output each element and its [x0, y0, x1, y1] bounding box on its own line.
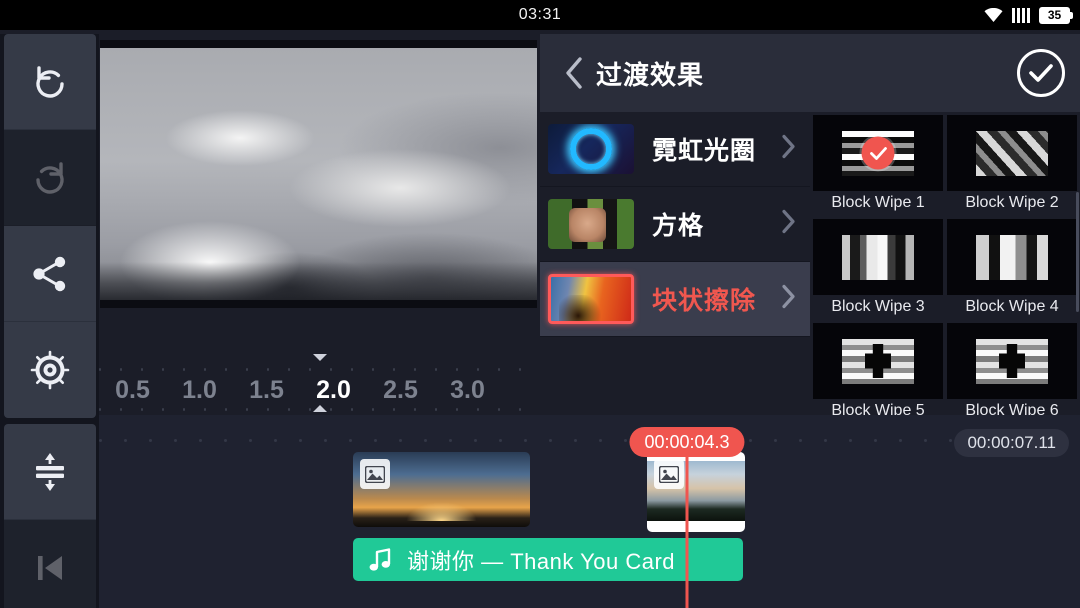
category-thumbnail: [548, 274, 634, 324]
check-circle-icon: [1029, 64, 1053, 82]
chevron-right-icon: [781, 134, 796, 165]
share-icon: [33, 256, 66, 291]
effects-scrollbar[interactable]: [1076, 192, 1079, 312]
effects-row: Block Wipe 3 Block Wipe 4: [813, 219, 1078, 319]
undo-icon: [36, 65, 64, 98]
effect-item-block-wipe-3[interactable]: Block Wipe 3: [813, 219, 943, 319]
video-editor-app: 03:31 35 0.5 1.0 1.5 2.0 2.5 3.0 过渡效果 霓虹…: [0, 0, 1080, 608]
tool-rail-group-bottom: [0, 424, 99, 608]
effect-pattern: [976, 234, 1048, 280]
redo-button[interactable]: [4, 130, 96, 226]
selected-check-icon: [861, 136, 895, 170]
effects-grid[interactable]: Block Wipe 1 Block Wipe 2 Block Wipe 3 B…: [810, 112, 1080, 415]
effect-label: Block Wipe 3: [831, 298, 925, 315]
timeline[interactable]: 00:00:07.11 00:00:04.3 谢谢你 — Thank You C…: [99, 415, 1080, 608]
battery-icon: 35: [1039, 6, 1073, 24]
category-item-block-wipe[interactable]: 块状擦除: [540, 262, 810, 337]
video-preview[interactable]: [100, 40, 537, 308]
confirm-button[interactable]: [1017, 49, 1065, 97]
category-thumbnail: [548, 199, 634, 249]
scale-marker-top-icon: [312, 354, 327, 361]
category-list: 霓虹光圈 方格 块状擦除: [540, 112, 810, 415]
effect-item-block-wipe-2[interactable]: Block Wipe 2: [947, 115, 1077, 215]
expand-collapse-icon: [36, 452, 64, 491]
expand-layers-button[interactable]: [4, 424, 96, 520]
tool-rail: [0, 34, 99, 608]
effect-thumbnail: [813, 219, 943, 295]
scale-value-5[interactable]: 3.0: [434, 376, 501, 405]
effect-thumbnail: [947, 219, 1077, 295]
scale-value-4[interactable]: 2.5: [367, 376, 434, 405]
scale-tick-row-top: [99, 367, 540, 371]
redo-icon: [36, 161, 64, 194]
category-label: 方格: [652, 212, 705, 240]
audio-track-title: 谢谢你 — Thank You Card: [407, 548, 676, 574]
effect-item-block-wipe-1[interactable]: Block Wipe 1: [813, 115, 943, 215]
preview-image: [100, 48, 537, 300]
skip-to-start-button[interactable]: [4, 520, 96, 608]
effect-item-block-wipe-6[interactable]: Block Wipe 6: [947, 323, 1077, 415]
gear-icon: [30, 350, 70, 390]
effect-item-block-wipe-5[interactable]: Block Wipe 5: [813, 323, 943, 415]
category-thumbnail: [548, 124, 634, 174]
page-title: 过渡效果: [596, 59, 705, 90]
category-item-grid[interactable]: 方格: [540, 187, 810, 262]
undo-button[interactable]: [4, 34, 96, 130]
image-icon: [360, 459, 390, 489]
transition-panel: 过渡效果 霓虹光圈 方格 块状擦除 Block Wipe 1 Block Wip…: [540, 34, 1080, 415]
scale-value-0[interactable]: 0.5: [99, 376, 166, 405]
effect-label: Block Wipe 5: [831, 402, 925, 415]
chevron-right-icon: [781, 284, 796, 315]
music-note-icon: [369, 547, 391, 571]
preview-area: 0.5 1.0 1.5 2.0 2.5 3.0: [99, 34, 540, 415]
status-clock: 03:31: [518, 6, 562, 23]
effect-item-block-wipe-4[interactable]: Block Wipe 4: [947, 219, 1077, 319]
timeline-tick-row: [99, 439, 1080, 443]
effect-thumbnail: [813, 323, 943, 399]
status-bar: 03:31 35: [0, 0, 1080, 30]
effect-pattern: [842, 338, 914, 384]
effect-thumbnail: [813, 115, 943, 191]
chevron-left-icon: [566, 57, 582, 89]
status-indicators: 35: [984, 0, 1073, 30]
effect-label: Block Wipe 4: [965, 298, 1059, 315]
battery-level: 35: [1047, 8, 1062, 22]
timeline-clip-sunset[interactable]: [353, 452, 530, 527]
scale-value-selected[interactable]: 2.0: [300, 376, 367, 405]
effect-label: Block Wipe 6: [965, 402, 1059, 415]
scale-marker-bottom-icon: [312, 405, 327, 412]
chevron-right-icon: [781, 209, 796, 240]
effects-row: Block Wipe 1 Block Wipe 2: [813, 115, 1078, 215]
effect-thumbnail: [947, 115, 1077, 191]
scale-values: 0.5 1.0 1.5 2.0 2.5 3.0: [99, 372, 540, 408]
category-label: 块状擦除: [652, 287, 757, 315]
panel-header: 过渡效果: [540, 34, 1080, 112]
effect-pattern: [842, 234, 914, 280]
effect-pattern: [976, 130, 1048, 176]
back-button[interactable]: [552, 34, 596, 112]
wifi-icon: [984, 8, 1003, 22]
playhead-line: [685, 445, 689, 608]
category-label: 霓虹光圈: [652, 137, 757, 165]
duration-scale[interactable]: 0.5 1.0 1.5 2.0 2.5 3.0: [99, 314, 540, 415]
share-button[interactable]: [4, 226, 96, 322]
timeline-audio-track[interactable]: 谢谢你 — Thank You Card: [353, 538, 743, 581]
scale-value-2[interactable]: 1.5: [233, 376, 300, 405]
effect-pattern: [976, 338, 1048, 384]
effect-label: Block Wipe 1: [831, 194, 925, 211]
effect-label: Block Wipe 2: [965, 194, 1059, 211]
scale-value-1[interactable]: 1.0: [166, 376, 233, 405]
settings-button[interactable]: [4, 322, 96, 418]
effect-thumbnail: [947, 323, 1077, 399]
image-icon: [654, 459, 684, 489]
playhead-time-badge: 00:00:04.3: [629, 427, 745, 457]
signal-bars-icon: [1012, 7, 1030, 23]
total-duration-badge: 00:00:07.11: [954, 429, 1069, 457]
category-item-neon[interactable]: 霓虹光圈: [540, 112, 810, 187]
tool-rail-group-top: [0, 34, 99, 418]
timeline-clip-sky[interactable]: [647, 452, 745, 532]
effects-row: Block Wipe 5 Block Wipe 6: [813, 323, 1078, 415]
skip-start-icon: [38, 556, 62, 580]
